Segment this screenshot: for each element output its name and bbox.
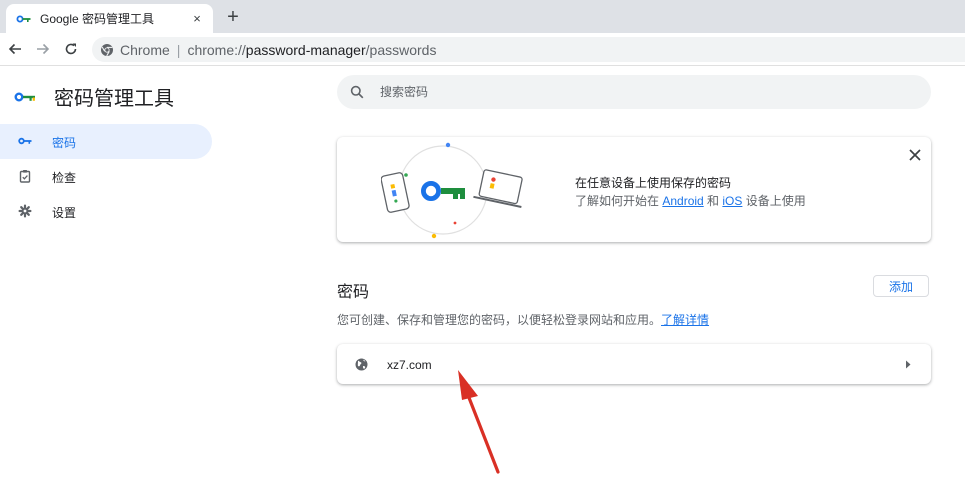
password-entry-row[interactable]: xz7.com: [337, 344, 931, 384]
reload-icon: [65, 43, 77, 55]
android-link[interactable]: Android: [662, 194, 703, 208]
chevron-right-icon: [906, 360, 911, 369]
tab-title: Google 密码管理工具: [40, 12, 155, 26]
sidebar-item-checkup[interactable]: 检查: [0, 159, 212, 194]
tab-close-button[interactable]: ×: [189, 11, 205, 27]
ios-link[interactable]: iOS: [722, 194, 742, 208]
new-tab-button[interactable]: +: [222, 6, 244, 28]
promo-sub-prefix: 了解如何开始在: [575, 194, 663, 208]
url-scheme: chrome://: [187, 41, 246, 58]
browser-tab[interactable]: Google 密码管理工具 ×: [6, 4, 213, 33]
gear-icon: [18, 204, 32, 218]
key-logo-icon: [14, 92, 35, 101]
sidebar-item-label: 检查: [52, 171, 77, 185]
url-path: /passwords: [365, 41, 437, 58]
search-box[interactable]: [337, 75, 931, 109]
checkup-icon: [19, 170, 31, 183]
site-name: xz7.com: [387, 358, 432, 372]
passwords-description: 您可创建、保存和管理您的密码，以便轻松登录网站和应用。了解详情: [337, 311, 709, 328]
sidebar-item-label: 密码: [52, 136, 77, 150]
arrow-right-icon: [37, 43, 50, 55]
address-bar[interactable]: Chrome | chrome://password-manager/passw…: [92, 37, 965, 62]
search-input[interactable]: [378, 84, 882, 100]
forward-button[interactable]: [33, 39, 53, 59]
description-text: 您可创建、保存和管理您的密码，以便轻松登录网站和应用。: [337, 313, 662, 327]
reload-button[interactable]: [61, 39, 81, 59]
add-password-button[interactable]: 添加: [873, 275, 929, 297]
close-icon[interactable]: [907, 147, 923, 163]
tab-strip: Google 密码管理工具 × +: [0, 0, 965, 33]
promo-sub-suffix: 设备上使用: [742, 194, 806, 208]
globe-icon: [355, 358, 368, 371]
chrome-icon: [101, 43, 113, 56]
learn-more-link[interactable]: 了解详情: [661, 313, 709, 327]
key-icon: [18, 137, 32, 145]
promo-sub-middle: 和: [703, 194, 723, 208]
app-header: 密码管理工具: [14, 82, 174, 111]
back-button[interactable]: [5, 39, 25, 59]
omnibox-separator: |: [176, 41, 181, 58]
key-icon: [16, 15, 31, 22]
sidebar-item-passwords[interactable]: 密码: [0, 124, 212, 159]
app-title: 密码管理工具: [54, 88, 174, 110]
passwords-heading: 密码: [337, 284, 370, 301]
browser-toolbar: Chrome | chrome://password-manager/passw…: [0, 33, 965, 66]
url-host: password-manager: [245, 41, 366, 58]
sidebar-item-label: 设置: [52, 206, 77, 220]
arrow-left-icon: [8, 43, 21, 55]
omnibox-url: chrome://password-manager/passwords: [187, 42, 436, 58]
sidebar-item-settings[interactable]: 设置: [0, 194, 212, 229]
promo-card: 在任意设备上使用保存的密码 了解如何开始在 Android 和 iOS 设备上使…: [337, 137, 931, 242]
devices-illustration: [381, 142, 523, 239]
omnibox-chrome-label: Chrome: [120, 41, 170, 58]
promo-title: 在任意设备上使用保存的密码: [575, 176, 732, 190]
search-icon: [350, 85, 364, 99]
promo-subtitle: 了解如何开始在 Android 和 iOS 设备上使用: [575, 192, 806, 209]
